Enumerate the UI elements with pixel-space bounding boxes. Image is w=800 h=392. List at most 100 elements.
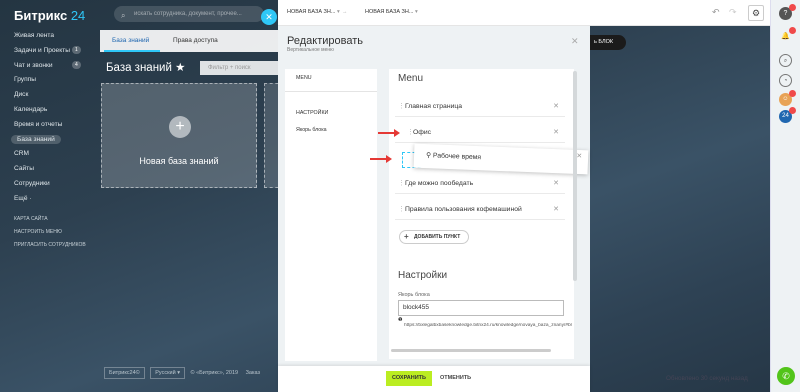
divider bbox=[285, 91, 377, 92]
tab-access[interactable]: Права доступа bbox=[173, 37, 218, 44]
vertical-scrollbar[interactable] bbox=[573, 71, 577, 281]
breadcrumb-2[interactable]: НОВАЯ БАЗА ЗН... ▾ bbox=[365, 9, 418, 15]
sidebar-item-label: Чат и звонки bbox=[14, 61, 53, 69]
sidebar-item-label: Ещё · bbox=[14, 194, 32, 202]
sidebar-item-employees[interactable]: Сотрудники bbox=[14, 177, 94, 192]
cancel-button[interactable]: ОТМЕНИТЬ bbox=[440, 375, 471, 381]
remove-icon[interactable]: ✕ bbox=[553, 97, 559, 117]
language-select[interactable]: Русский ▾ bbox=[150, 367, 185, 379]
red-arrow-annotation bbox=[378, 129, 400, 137]
menu-item-label[interactable]: Где можно пообедать bbox=[405, 180, 473, 187]
avatar-text: 24 bbox=[782, 113, 789, 119]
star-icon[interactable]: ★ bbox=[175, 62, 185, 74]
footer-extra[interactable]: Заказ bbox=[246, 370, 260, 376]
new-knowledge-card[interactable]: + Новая база знаний bbox=[101, 83, 257, 188]
drag-handle-icon[interactable]: ⋮ bbox=[407, 123, 414, 143]
sidebar-item-label: Диск bbox=[14, 91, 29, 99]
anchor-input[interactable]: block455 bbox=[398, 300, 564, 316]
menu-item-row[interactable]: ⋮ Где можно пообедать ✕ bbox=[395, 174, 565, 194]
menu-item-label[interactable]: Главная страница bbox=[405, 103, 462, 110]
page-title: База знаний ★ bbox=[106, 60, 185, 74]
tab-knowledge[interactable]: База знаний bbox=[112, 37, 149, 44]
slider-close-button[interactable]: ✕ bbox=[261, 9, 277, 25]
nav-menu[interactable]: MENU bbox=[296, 75, 312, 81]
filter-input[interactable]: Фильтр + поиск bbox=[200, 61, 280, 75]
save-button[interactable]: СОХРАНИТЬ bbox=[386, 371, 432, 386]
sidebar: Живая лента Задачи и Проекты 1 Чат и звон… bbox=[11, 29, 94, 252]
page-title-text: База знаний bbox=[106, 62, 172, 74]
sidebar-item-chat[interactable]: Чат и звонки 4 bbox=[14, 59, 94, 74]
sidebar-item-groups[interactable]: Группы bbox=[14, 73, 94, 88]
anchor-label: Якорь блока bbox=[398, 292, 430, 298]
logo-number: 24 bbox=[70, 8, 86, 23]
menu-item-label: Рабочее время bbox=[432, 152, 482, 162]
sidebar-item-label: Сотрудники bbox=[14, 179, 50, 187]
sidebar-item-time[interactable]: Время и отчеты bbox=[14, 118, 94, 133]
anchor-url: https://bxlegalbxbaseknowledge.bitrix24.… bbox=[404, 323, 572, 328]
drag-handle-icon[interactable]: ⋮ bbox=[398, 174, 405, 194]
logo-text: Битрикс bbox=[14, 8, 68, 23]
notification-badge bbox=[789, 90, 796, 97]
modal-nav: MENU НАСТРОЙКИ Якорь блока bbox=[285, 69, 377, 361]
modal-subtitle: Вертикальное меню bbox=[287, 47, 334, 53]
sidebar-item-label: Задачи и Проекты bbox=[14, 46, 70, 54]
remove-icon[interactable]: ✕ bbox=[553, 174, 559, 194]
menu-item-row[interactable]: ⋮ Главная страница ✕ bbox=[395, 97, 565, 117]
breadcrumb-label: НОВАЯ БАЗА ЗН... bbox=[287, 9, 336, 15]
invite-link[interactable]: ПРИГЛАСИТЬ СОТРУДНИКОВ bbox=[14, 239, 94, 252]
configure-menu-link[interactable]: НАСТРОИТЬ МЕНЮ bbox=[14, 226, 94, 239]
add-item-button[interactable]: + ДОБАВИТЬ ПУНКТ bbox=[399, 230, 469, 244]
chevron-down-icon: ▾ bbox=[414, 9, 418, 15]
close-icon[interactable]: ✕ bbox=[571, 36, 579, 47]
notification-badge bbox=[789, 4, 796, 11]
nav-anchor[interactable]: Якорь блока bbox=[296, 127, 327, 133]
chevron-down-icon: ▾ bbox=[336, 9, 340, 15]
sidebar-item-tasks[interactable]: Задачи и Проекты 1 bbox=[14, 44, 94, 59]
search-placeholder: искать сотрудника, документ, прочее... bbox=[134, 11, 242, 17]
notification-badge bbox=[789, 27, 796, 34]
gear-icon[interactable]: ⚙ bbox=[748, 5, 764, 21]
horizontal-scrollbar[interactable] bbox=[391, 349, 551, 352]
drag-handle-icon[interactable]: ⋮ bbox=[398, 97, 405, 117]
sidebar-item-crm[interactable]: CRM bbox=[14, 147, 94, 162]
undo-icon[interactable]: ↶ bbox=[712, 7, 720, 18]
sidebar-item-more[interactable]: Ещё · bbox=[14, 192, 94, 207]
updated-status: Обновлено 30 секунд назад bbox=[666, 375, 748, 382]
remove-icon[interactable]: ✕ bbox=[553, 200, 559, 220]
info-icon: ❶ bbox=[398, 317, 403, 323]
menu-item-row[interactable]: ⋮ Правила пользования кофемашиной ✕ bbox=[395, 200, 565, 220]
drag-handle-icon[interactable]: ⚲ bbox=[426, 152, 431, 159]
sidebar-item-feed[interactable]: Живая лента bbox=[14, 29, 94, 44]
menu-item-label[interactable]: Офис bbox=[413, 129, 431, 136]
sidebar-item-label: Группы bbox=[14, 76, 36, 84]
breadcrumb-label: НОВАЯ БАЗА ЗН... bbox=[365, 9, 414, 15]
menu-item-row[interactable]: ⋮ Офис ✕ bbox=[395, 123, 565, 143]
phone-button[interactable]: ✆ bbox=[777, 367, 795, 385]
breadcrumb-1[interactable]: НОВАЯ БАЗА ЗН... ▾ bbox=[287, 9, 340, 15]
drag-handle-icon[interactable]: ⋮ bbox=[398, 200, 405, 220]
app-logo[interactable]: Битрикс 24 bbox=[14, 8, 85, 23]
nav-settings[interactable]: НАСТРОЙКИ bbox=[296, 110, 328, 116]
language-value: Русский bbox=[155, 370, 176, 376]
redo-icon[interactable]: ↷ bbox=[729, 7, 737, 18]
search-input[interactable]: ⌕ искать сотрудника, документ, прочее... bbox=[114, 6, 264, 22]
sidebar-item-label: База знаний bbox=[11, 134, 61, 144]
sidebar-item-sites[interactable]: Сайты bbox=[14, 162, 94, 177]
sidebar-item-label: CRM bbox=[14, 150, 30, 158]
menu-section-title: Menu bbox=[398, 73, 424, 84]
clock-icon[interactable]: ◔ bbox=[779, 74, 792, 87]
sidebar-item-knowledge[interactable]: База знаний bbox=[11, 133, 94, 148]
footer-brand[interactable]: Битрикс24© bbox=[104, 367, 145, 379]
block-button[interactable]: ь БЛОК bbox=[584, 35, 626, 50]
copyright: © «Битрикс», 2019 bbox=[190, 370, 239, 376]
card-label: Новая база знаний bbox=[139, 156, 219, 166]
search-icon[interactable]: ⌕ bbox=[779, 54, 792, 67]
menu-item-label[interactable]: Правила пользования кофемашиной bbox=[405, 206, 522, 213]
sidebar-item-disk[interactable]: Диск bbox=[14, 88, 94, 103]
add-item-label: ДОБАВИТЬ ПУНКТ bbox=[414, 234, 461, 240]
sidebar-item-label: Календарь bbox=[14, 105, 48, 113]
remove-icon[interactable]: ✕ bbox=[553, 123, 559, 143]
sidebar-item-label: Время и отчеты bbox=[14, 120, 63, 128]
sidebar-item-calendar[interactable]: Календарь bbox=[14, 103, 94, 118]
sitemap-link[interactable]: КАРТА САЙТА bbox=[14, 213, 94, 226]
